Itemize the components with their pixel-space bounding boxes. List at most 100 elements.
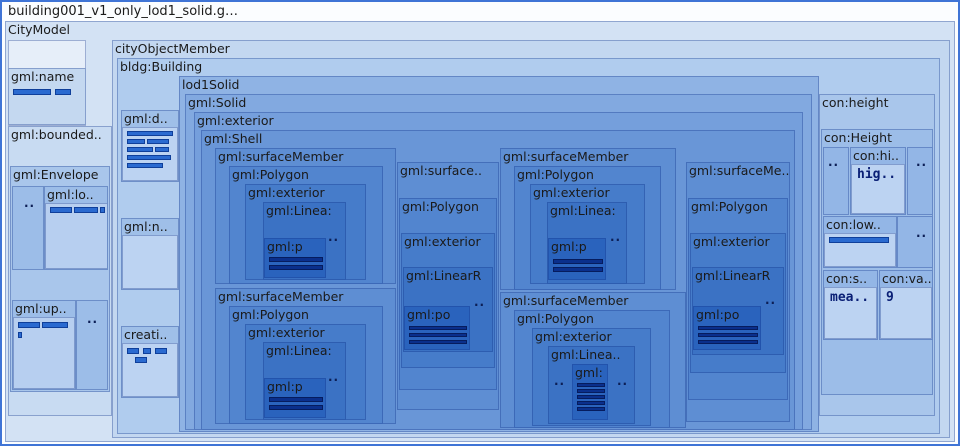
value-bar — [127, 155, 171, 160]
ellipsis-icon: .. — [617, 374, 629, 388]
label-gml-lower: gml:lo.. — [47, 187, 94, 202]
node-lowreference-value[interactable] — [824, 233, 896, 267]
value-bar — [74, 207, 98, 213]
value-bar — [18, 322, 40, 328]
label-sm4-pos: gml:p — [551, 239, 587, 254]
value-bar — [577, 401, 605, 405]
node-creationdate[interactable]: creati.. — [121, 326, 179, 398]
node-lowref-right[interactable]: .. — [897, 216, 933, 268]
node-sm1-poslist[interactable]: gml:p — [264, 238, 326, 278]
label-con-va: con:va.. — [882, 271, 932, 286]
value-bar — [42, 322, 68, 328]
value-bar — [269, 257, 323, 262]
label-sm3-exterior: gml:exterior — [404, 234, 481, 249]
label-sm6-exterior: gml:exterior — [693, 234, 770, 249]
label-gml-name: gml:name — [11, 69, 75, 84]
label-sm2-pos: gml:p — [267, 379, 303, 394]
node-gml-name-bldg[interactable]: gml:n.. — [121, 218, 179, 290]
node-description-value[interactable] — [122, 127, 178, 181]
value-hi: hig.. — [857, 167, 897, 182]
ellipsis-icon: .. — [87, 312, 99, 326]
ellipsis-icon: .. — [554, 374, 566, 388]
node-value-value[interactable]: 9 — [880, 287, 932, 339]
node-gml-name-body[interactable]: gml:name — [8, 68, 86, 125]
node-con-value[interactable]: con:va.. 9 — [879, 270, 933, 340]
node-lowercorner-value[interactable] — [45, 203, 107, 269]
ellipsis-icon: .. — [916, 226, 928, 240]
node-envelope-left[interactable]: .. — [12, 186, 44, 270]
label-gml-n: gml:n.. — [124, 219, 168, 234]
node-sm4-poslist[interactable]: gml:p — [548, 238, 606, 280]
value-va: 9 — [886, 290, 894, 305]
label-sm2: gml:surfaceMember — [218, 289, 344, 304]
value-bar — [18, 332, 22, 338]
label-sm1-linear: gml:Linea: — [266, 203, 332, 218]
label-sm2-linear: gml:Linea: — [266, 343, 332, 358]
value-bar — [127, 163, 163, 168]
value-bar — [127, 131, 173, 136]
label-sm2-exterior: gml:exterior — [248, 325, 325, 340]
value-bar — [553, 259, 603, 264]
label-cityobjectmember: cityObjectMember — [115, 41, 230, 56]
value-bar — [127, 139, 145, 144]
label-sm3-polygon: gml:Polygon — [402, 199, 479, 214]
label-gml-envelope: gml:Envelope — [13, 167, 99, 182]
node-gml-uppercorner[interactable]: gml:up.. — [12, 300, 76, 390]
label-con-low: con:low.. — [826, 217, 881, 232]
node-name-bldg-value[interactable] — [122, 235, 178, 289]
ellipsis-icon: .. — [828, 155, 840, 169]
ellipsis-icon: .. — [328, 370, 340, 384]
label-sm6-pos: gml:po — [696, 307, 740, 322]
label-sm6-linear: gml:LinearR — [695, 268, 771, 283]
label-con-heightclass: con:Height — [824, 130, 892, 145]
node-height-right[interactable]: .. — [907, 147, 933, 215]
label-sm1: gml:surfaceMember — [218, 149, 344, 164]
value-bar — [577, 389, 605, 393]
label-sm4-polygon: gml:Polygon — [517, 167, 594, 182]
label-bldg-building: bldg:Building — [120, 59, 203, 74]
node-uppercorner-value[interactable] — [13, 317, 75, 389]
node-sm5-poslist[interactable]: gml: — [572, 364, 608, 420]
label-creation: creati.. — [124, 327, 168, 342]
label-sm5-linear: gml:Linea.. — [551, 347, 621, 362]
label-gml-d: gml:d.. — [124, 111, 168, 126]
value-bar — [409, 333, 467, 337]
node-sm3-poslist[interactable]: gml:po — [404, 306, 470, 350]
label-con-height: con:height — [822, 95, 889, 110]
node-envelope-right[interactable]: .. — [76, 300, 108, 390]
value-bar — [100, 207, 105, 213]
node-con-highreference[interactable]: con:hi.. hig.. — [850, 147, 906, 215]
value-bar — [577, 407, 605, 411]
value-bar — [143, 348, 151, 354]
node-height-left[interactable]: .. — [823, 147, 849, 215]
node-highreference-value[interactable]: hig.. — [851, 164, 905, 214]
ellipsis-icon: .. — [916, 155, 928, 169]
value-bar — [55, 89, 71, 95]
value-bar — [409, 340, 467, 344]
label-con-s: con:s.. — [826, 271, 868, 286]
node-gml-lowercorner[interactable]: gml:lo.. — [44, 186, 108, 270]
node-sm6-poslist[interactable]: gml:po — [693, 306, 761, 350]
value-bar — [127, 147, 153, 152]
label-sm6: gml:surfaceMe.. — [689, 163, 790, 178]
label-sm1-exterior: gml:exterior — [248, 185, 325, 200]
label-sm3: gml:surface.. — [400, 163, 482, 178]
node-sm2-poslist[interactable]: gml:p — [264, 378, 326, 418]
label-sm3-linear: gml:LinearR — [406, 268, 482, 283]
value-bar — [577, 383, 605, 387]
node-gml-description[interactable]: gml:d.. — [121, 110, 179, 182]
label-sm2-polygon: gml:Polygon — [232, 307, 309, 322]
label-sm5-polygon: gml:Polygon — [517, 311, 594, 326]
value-bar — [155, 147, 169, 152]
label-gml-exterior: gml:exterior — [197, 113, 274, 128]
label-gml-shell: gml:Shell — [204, 131, 263, 146]
node-status-value[interactable]: mea.. — [824, 287, 877, 339]
node-con-status[interactable]: con:s.. mea.. — [823, 270, 878, 340]
label-gml-upper: gml:up.. — [15, 301, 67, 316]
value-bar — [135, 357, 147, 363]
node-creation-value[interactable] — [122, 343, 178, 397]
value-bar — [269, 265, 323, 270]
label-sm5-pos: gml: — [575, 365, 603, 380]
value-bar — [698, 326, 758, 330]
node-con-lowreference[interactable]: con:low.. — [823, 216, 897, 268]
